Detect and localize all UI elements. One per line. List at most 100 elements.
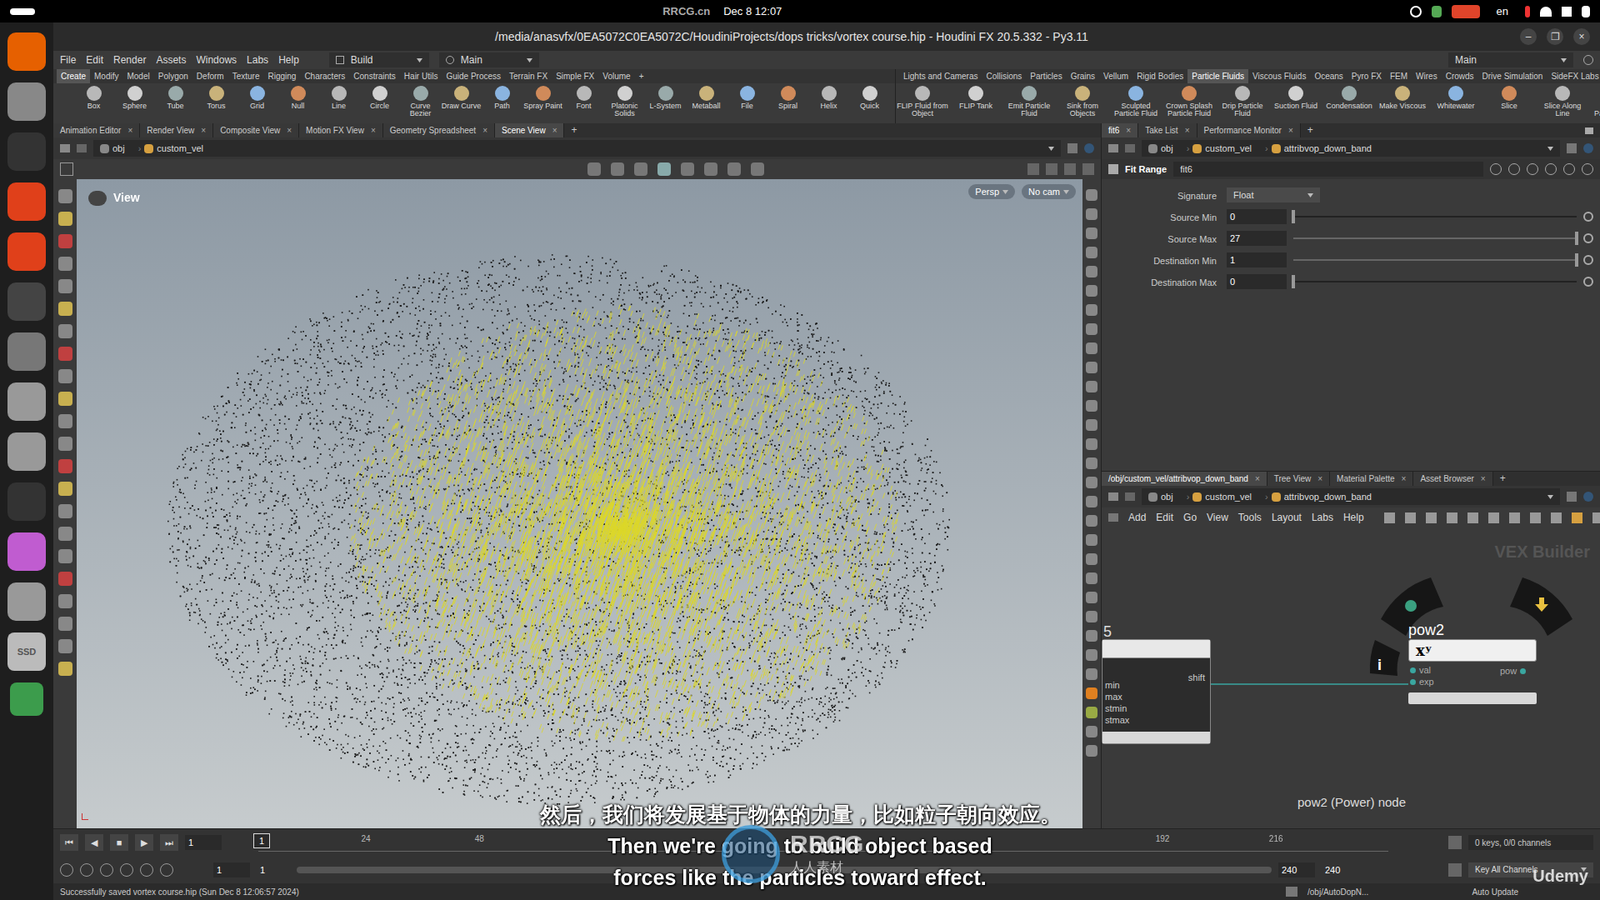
display-icon[interactable]	[1085, 400, 1098, 412]
dop-path[interactable]: /obj/AutoDopN...	[1307, 885, 1369, 899]
node-icon[interactable]	[1271, 144, 1281, 154]
pane-tab[interactable]: Composite View×	[213, 123, 300, 138]
display-icon[interactable]	[1085, 246, 1098, 259]
close-button[interactable]: ×	[1255, 472, 1260, 485]
pane-tab[interactable]: Animation Editor×	[53, 123, 140, 138]
close-button[interactable]: ×	[1401, 472, 1407, 485]
back-icon[interactable]	[1108, 144, 1119, 153]
view-tool-icon[interactable]	[727, 162, 741, 176]
tool-icon[interactable]	[58, 234, 73, 249]
shelf-tool[interactable]: Metaball	[685, 83, 727, 124]
app-indicator-icon[interactable]	[1410, 5, 1422, 18]
shelf-tool[interactable]: Emit Particle Fluid	[1002, 83, 1056, 124]
range-start2-field[interactable]: 1	[256, 862, 290, 878]
shelf-tab[interactable]: Texture	[228, 69, 265, 84]
playback-button[interactable]: ⏭	[160, 834, 179, 851]
path-item[interactable]: attribvop_down_band	[1284, 141, 1382, 156]
wifi-icon[interactable]	[1540, 6, 1552, 17]
key-mode-icon[interactable]	[1448, 863, 1462, 877]
pane-tab[interactable]: /obj/custom_vel/attribvop_down_band×	[1101, 471, 1268, 486]
network-tool-icon[interactable]	[1550, 512, 1562, 524]
network-tool-icon[interactable]	[1592, 512, 1600, 524]
shelf-tool[interactable]: Spray Paint	[522, 83, 564, 124]
menu-item[interactable]: Tools	[1238, 510, 1262, 525]
pane-tab[interactable]: Asset Browser×	[1413, 471, 1493, 486]
shelf-tool[interactable]: Whitewater	[1429, 83, 1483, 124]
node-icon[interactable]	[100, 144, 110, 154]
display-icon[interactable]	[1085, 419, 1098, 431]
dop-icon[interactable]	[1285, 886, 1298, 897]
shelf-tab[interactable]: Model	[122, 69, 154, 84]
app-icon[interactable]	[7, 432, 46, 471]
shelf-tab[interactable]: Constraints	[349, 69, 400, 84]
pane-tab[interactable]: Performance Monitor×	[1197, 123, 1301, 138]
close-button[interactable]: ×	[370, 124, 376, 137]
debug-icon[interactable]	[1405, 600, 1417, 612]
pow-node[interactable]: xʸ	[1408, 639, 1537, 662]
view-option-icon[interactable]	[1064, 163, 1076, 175]
shelf-tool[interactable]: Suction Fluid	[1269, 83, 1323, 124]
tool-icon[interactable]	[58, 279, 73, 294]
menu-item[interactable]: Edit	[1155, 510, 1174, 525]
menu-item[interactable]: Edit	[85, 52, 104, 68]
app-icon[interactable]	[7, 182, 46, 221]
display-icon[interactable]	[1085, 285, 1098, 297]
slider-track[interactable]	[1293, 259, 1577, 261]
shelf-tab[interactable]: Guide Process	[441, 69, 505, 84]
display-icon[interactable]	[1085, 380, 1098, 393]
tool-icon[interactable]	[58, 414, 73, 429]
shelf-tool[interactable]: Sphere	[114, 83, 155, 124]
auto-update[interactable]: Auto Update	[1471, 885, 1594, 899]
path-item[interactable]: custom_vel	[156, 141, 214, 156]
menu-item[interactable]: Layout	[1271, 510, 1302, 525]
tool-icon[interactable]	[58, 391, 73, 406]
shelf-tab[interactable]: Rigging	[263, 69, 300, 84]
pin-icon[interactable]	[1067, 143, 1078, 154]
display-icon[interactable]	[1085, 342, 1098, 355]
projection-menu[interactable]: Persp	[968, 184, 1015, 200]
value-field[interactable]: 1	[1226, 252, 1287, 268]
shelf-tab[interactable]: FEM	[1385, 69, 1412, 84]
close-button[interactable]: ×	[1288, 124, 1294, 137]
view-tool-icon[interactable]	[680, 162, 695, 176]
shelf-tool[interactable]: Line	[318, 83, 360, 124]
input-port[interactable]	[1410, 679, 1416, 685]
menu-item[interactable]: View	[1206, 510, 1229, 525]
forward-icon[interactable]	[1125, 144, 1135, 153]
close-button[interactable]: ×	[1185, 124, 1190, 137]
display-icon[interactable]	[1085, 438, 1098, 450]
shelf-tool[interactable]: Slice	[1482, 83, 1536, 124]
path-item[interactable]: attribvop_down_band	[1284, 490, 1382, 505]
view-tool-icon[interactable]	[750, 162, 765, 176]
path-item[interactable]: obj	[112, 141, 135, 156]
pane-tab[interactable]: Material Palette×	[1330, 471, 1414, 486]
node-icon[interactable]	[1148, 144, 1158, 154]
shelf-tab[interactable]: Polygon	[154, 69, 193, 84]
app-icon[interactable]	[7, 82, 46, 121]
field-value[interactable]: 1	[1230, 253, 1235, 268]
drive-icon[interactable]: SSD	[7, 632, 46, 671]
display-icon[interactable]	[1085, 457, 1098, 470]
node-name-field[interactable]: fit6	[1173, 161, 1484, 177]
viewport[interactable]: ViewPerspNo cam	[76, 179, 1083, 829]
close-button[interactable]: ×	[286, 124, 292, 137]
shelf-tool[interactable]: Tube	[155, 83, 196, 124]
range-start-field[interactable]: 1	[213, 862, 250, 878]
forward-icon[interactable]	[1125, 492, 1135, 501]
signature-menu[interactable]: Float	[1226, 187, 1320, 203]
tool-icon[interactable]	[58, 616, 73, 631]
node-type-icon[interactable]	[1108, 164, 1119, 175]
tool-icon[interactable]	[58, 256, 73, 271]
shelf-tab[interactable]: Particles	[1025, 69, 1066, 84]
display-icon[interactable]	[1085, 208, 1098, 220]
menu-item[interactable]: Help	[1343, 510, 1365, 525]
menu-item[interactable]: Help	[278, 52, 300, 68]
shelf-tool[interactable]: Helix	[808, 83, 850, 124]
timeline-option-icon[interactable]	[120, 863, 134, 877]
pane-tab[interactable]: Motion FX View×	[299, 123, 384, 138]
shelf-tool[interactable]: Condensation	[1322, 83, 1376, 124]
path-item[interactable]: obj	[1160, 490, 1184, 505]
playback-button[interactable]: ⏮	[60, 834, 79, 851]
display-icon[interactable]	[1085, 706, 1098, 719]
shelf-tab[interactable]: Vellum	[1099, 69, 1133, 84]
